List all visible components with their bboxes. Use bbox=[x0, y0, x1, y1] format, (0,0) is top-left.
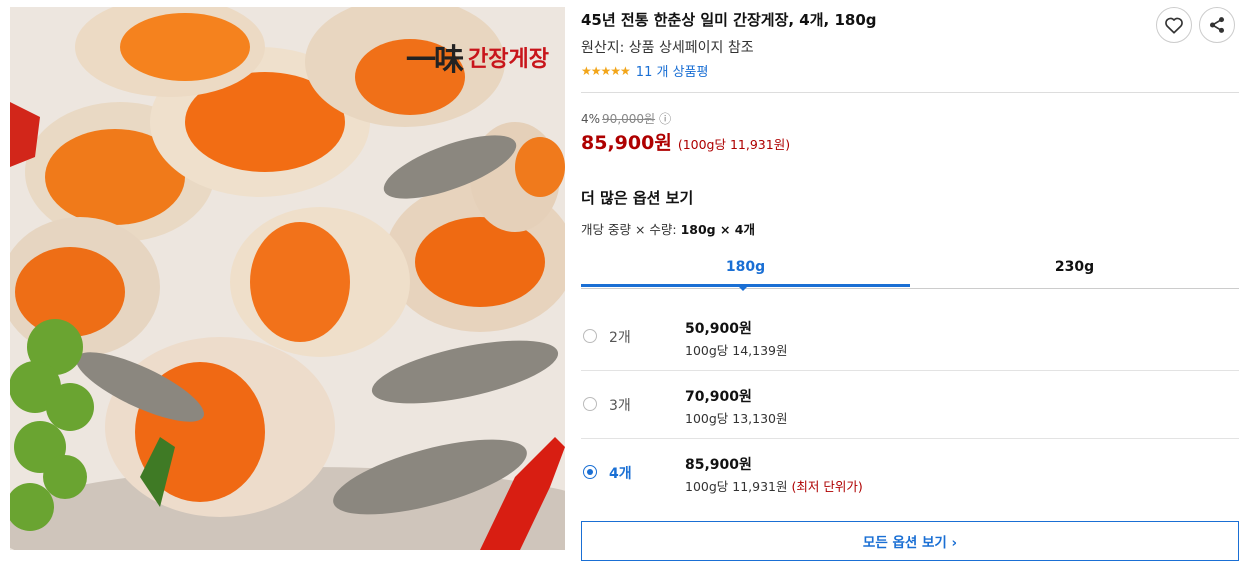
option-row-2[interactable]: 2개 50,900원 100g당 14,139원 bbox=[581, 302, 1239, 371]
product-image[interactable]: 一味 간장게장 bbox=[10, 7, 565, 550]
unit-price: (100g당 11,931원) bbox=[677, 137, 791, 152]
tab-230g[interactable]: 230g bbox=[910, 250, 1239, 286]
option-price: 50,900원 bbox=[685, 321, 752, 337]
review-count-link[interactable]: 11 개 상품평 bbox=[636, 61, 709, 80]
rating: ★★★★★ 11 개 상품평 bbox=[581, 61, 709, 81]
weight-qty-value: 180g × 4개 bbox=[680, 222, 756, 237]
wishlist-button[interactable] bbox=[1156, 7, 1192, 43]
share-button[interactable] bbox=[1199, 7, 1235, 43]
brand-logo-ink: 一味 bbox=[406, 43, 464, 78]
divider bbox=[581, 92, 1239, 93]
all-options-button[interactable]: 모든 옵션 보기 › bbox=[581, 521, 1239, 561]
option-qty: 4개 bbox=[609, 466, 632, 482]
star-rating-icon: ★★★★★ bbox=[581, 63, 631, 78]
option-row-3[interactable]: 3개 70,900원 100g당 13,130원 bbox=[581, 370, 1239, 439]
original-price: 90,000원 bbox=[602, 112, 656, 126]
share-icon bbox=[1209, 17, 1225, 33]
lowest-unit-price-badge: (최저 단위가) bbox=[791, 479, 863, 494]
brand-logo: 一味 간장게장 bbox=[406, 35, 549, 79]
option-unit-price: 100g당 14,139원 bbox=[685, 343, 788, 358]
more-options-title: 더 많은 옵션 보기 bbox=[581, 189, 694, 207]
option-unit-price: 100g당 11,931원 (최저 단위가) bbox=[685, 476, 863, 495]
price-row: 85,900원 (100g당 11,931원) bbox=[581, 128, 790, 155]
product-title: 45년 전통 한춘상 일미 간장게장, 4개, 180g bbox=[581, 11, 877, 29]
option-unit-price: 100g당 13,130원 bbox=[685, 411, 788, 426]
radio-checked-icon[interactable] bbox=[583, 465, 597, 479]
tab-180g[interactable]: 180g bbox=[581, 250, 910, 287]
info-icon[interactable]: ⓘ bbox=[659, 110, 671, 127]
discount-row: 4% 90,000원 ⓘ bbox=[581, 110, 671, 127]
discount-rate: 4% bbox=[581, 111, 601, 126]
brand-logo-text: 간장게장 bbox=[468, 47, 549, 72]
origin-text: 원산지: 상품 상세페이지 참조 bbox=[581, 40, 754, 56]
option-price: 70,900원 bbox=[685, 389, 752, 405]
weight-qty-label: 개당 중량 × 수량: bbox=[581, 222, 681, 237]
sale-price: 85,900원 bbox=[581, 132, 672, 154]
option-qty: 3개 bbox=[609, 398, 631, 414]
weight-qty: 개당 중량 × 수량: 180g × 4개 bbox=[581, 219, 755, 238]
option-qty: 2개 bbox=[609, 330, 631, 346]
option-unit-price-text: 100g당 11,931원 bbox=[685, 479, 788, 494]
option-price: 85,900원 bbox=[685, 457, 752, 473]
radio-icon[interactable] bbox=[583, 329, 597, 343]
weight-tabs: 180g 230g bbox=[581, 250, 1239, 291]
radio-icon[interactable] bbox=[583, 397, 597, 411]
heart-icon bbox=[1165, 17, 1183, 34]
crab-photo bbox=[10, 7, 565, 550]
active-tab-caret-icon bbox=[738, 286, 748, 291]
option-row-4[interactable]: 4개 85,900원 100g당 11,931원 (최저 단위가) bbox=[581, 438, 1239, 506]
